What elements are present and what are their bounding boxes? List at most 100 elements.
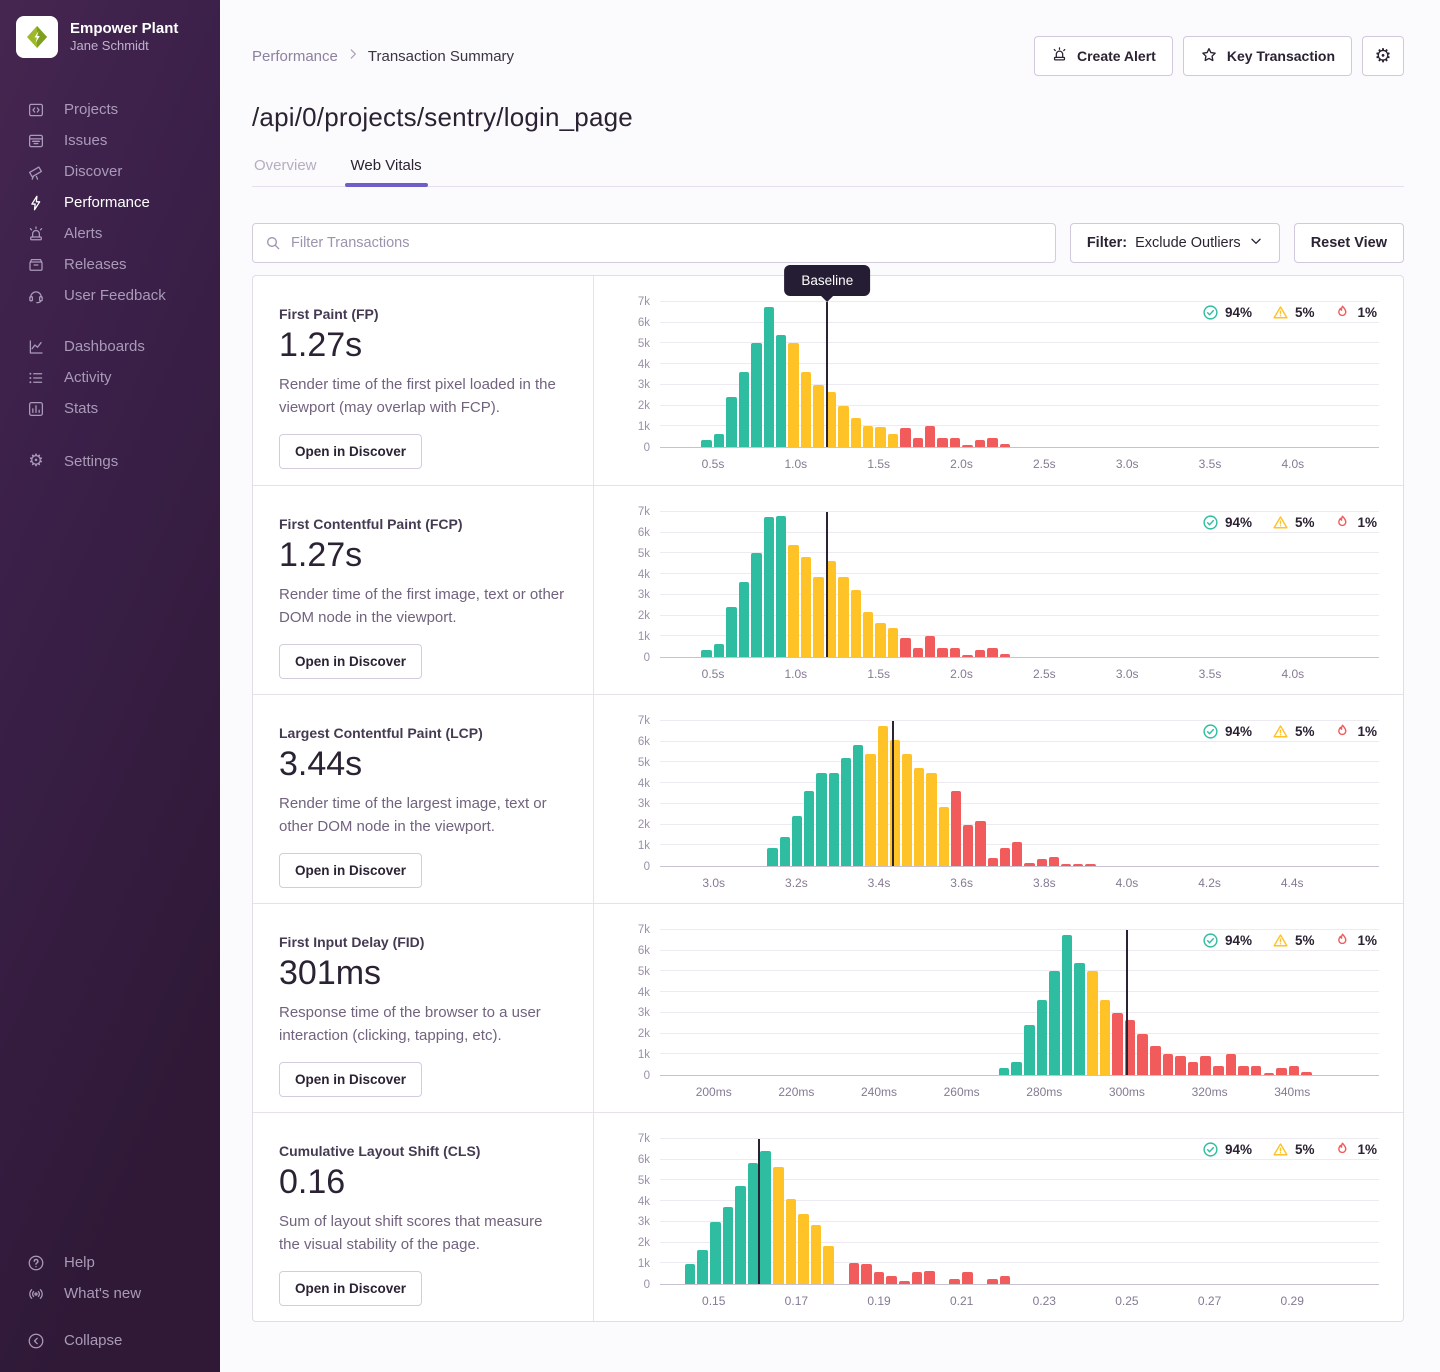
good-percent-badge: 94%	[1202, 304, 1252, 321]
sidebar-item-user-feedback[interactable]: User Feedback	[0, 280, 220, 311]
vital-status-badges: 94% 5% 1%	[1202, 304, 1377, 321]
histogram-bar	[975, 650, 985, 657]
sidebar-nav: ProjectsIssuesDiscoverPerformanceAlertsR…	[0, 94, 220, 477]
sidebar-item-help[interactable]: Help	[0, 1247, 220, 1278]
histogram-bar	[798, 1214, 809, 1284]
histogram-bar	[1163, 1054, 1174, 1075]
activity-icon	[26, 368, 46, 388]
histogram-bar	[888, 434, 898, 447]
histogram-bar	[760, 1151, 771, 1284]
histogram-bar	[1112, 1013, 1123, 1075]
poor-percent-badge: 1%	[1334, 723, 1377, 740]
sidebar-item-activity[interactable]: Activity	[0, 362, 220, 393]
histogram-bar	[937, 438, 947, 447]
histogram-bar	[863, 612, 873, 657]
vital-histogram: 01k2k3k4k5k6k7k 94% 5% 1%	[594, 695, 1403, 903]
header-actions: Create Alert Key Transaction ⚙	[1034, 36, 1404, 76]
org-switcher[interactable]: Empower Plant Jane Schmidt	[0, 0, 220, 64]
histogram-bar	[886, 1276, 897, 1284]
vital-description: Render time of the first image, text or …	[279, 583, 567, 630]
histogram-bar	[962, 655, 972, 657]
histogram-bar	[1000, 1276, 1011, 1284]
histogram-bar	[987, 438, 997, 447]
histogram-bar	[1213, 1066, 1224, 1075]
open-in-discover-button[interactable]: Open in Discover	[279, 1062, 422, 1097]
page-title: /api/0/projects/sentry/login_page	[252, 102, 1404, 133]
check-circle-icon	[1202, 304, 1219, 321]
histogram-bar	[999, 1068, 1010, 1075]
poor-percent-badge: 1%	[1334, 304, 1377, 321]
histogram-bar	[776, 335, 786, 447]
sidebar-item-alerts[interactable]: Alerts	[0, 218, 220, 249]
check-circle-icon	[1202, 932, 1219, 949]
histogram-bar	[1011, 1062, 1022, 1075]
histogram-bar	[951, 791, 961, 866]
histogram-bar	[823, 1246, 834, 1284]
tab-web-vitals[interactable]: Web Vitals	[349, 157, 424, 186]
issues-icon	[26, 131, 46, 151]
open-in-discover-button[interactable]: Open in Discover	[279, 1271, 422, 1306]
histogram-bar	[926, 773, 936, 866]
vital-description: Sum of layout shift scores that measure …	[279, 1210, 567, 1257]
reset-view-button[interactable]: Reset View	[1294, 223, 1404, 263]
histogram-bar	[1238, 1066, 1249, 1075]
histogram-bar	[902, 754, 912, 866]
histogram-bar	[1289, 1066, 1300, 1075]
sidebar-item-dashboards[interactable]: Dashboards	[0, 331, 220, 362]
histogram-bar	[739, 372, 749, 447]
open-in-discover-button[interactable]: Open in Discover	[279, 853, 422, 888]
histogram-bar	[1073, 864, 1083, 866]
histogram-bar	[963, 825, 973, 866]
sidebar-item-performance[interactable]: Performance	[0, 187, 220, 218]
histogram-bar	[780, 837, 790, 866]
web-vitals-panel: First Paint (FP) 1.27s Render time of th…	[252, 275, 1404, 1322]
vital-summary-card: First Contentful Paint (FCP) 1.27s Rende…	[253, 486, 594, 694]
histogram-bar	[875, 427, 885, 447]
sidebar-item-projects[interactable]: Projects	[0, 94, 220, 125]
breadcrumb-performance-link[interactable]: Performance	[252, 48, 338, 65]
histogram-bar	[786, 1199, 797, 1284]
histogram-bar	[1024, 863, 1034, 866]
poor-percent-badge: 1%	[1334, 932, 1377, 949]
open-in-discover-button[interactable]: Open in Discover	[279, 644, 422, 679]
sidebar-item-releases[interactable]: Releases	[0, 249, 220, 280]
create-alert-button[interactable]: Create Alert	[1034, 36, 1173, 76]
histogram-bar	[751, 553, 761, 657]
vital-status-badges: 94% 5% 1%	[1202, 723, 1377, 740]
fire-icon	[1334, 514, 1351, 531]
settings-gear-button[interactable]: ⚙	[1362, 36, 1404, 76]
histogram-bar	[811, 1225, 822, 1284]
vital-row: First Contentful Paint (FCP) 1.27s Rende…	[253, 485, 1403, 694]
vital-value: 301ms	[279, 954, 567, 993]
sidebar-item-what-s-new[interactable]: What's new	[0, 1278, 220, 1309]
sidebar-item-settings[interactable]: ⚙Settings	[0, 446, 220, 477]
filter-dropdown[interactable]: Filter: Exclude Outliers	[1070, 223, 1280, 263]
vital-description: Render time of the largest image, text o…	[279, 792, 567, 839]
sidebar-item-stats[interactable]: Stats	[0, 393, 220, 424]
histogram-bar	[950, 648, 960, 657]
histogram-bar	[900, 638, 910, 657]
open-in-discover-button[interactable]: Open in Discover	[279, 434, 422, 469]
sidebar-item-collapse[interactable]: Collapse	[0, 1325, 220, 1356]
help-icon	[26, 1253, 46, 1273]
sidebar-item-discover[interactable]: Discover	[0, 156, 220, 187]
histogram-bar	[987, 648, 997, 657]
vital-status-badges: 94% 5% 1%	[1202, 1141, 1377, 1158]
key-transaction-button[interactable]: Key Transaction	[1183, 36, 1352, 76]
histogram-bar	[685, 1264, 696, 1284]
histogram-bar	[875, 623, 885, 657]
histogram-bar	[813, 385, 823, 447]
histogram-bar	[788, 343, 798, 447]
y-axis: 01k2k3k4k5k6k7k	[620, 930, 660, 1076]
vital-description: Render time of the first pixel loaded in…	[279, 373, 567, 420]
vital-row: First Paint (FP) 1.27s Render time of th…	[253, 276, 1403, 485]
sidebar-item-issues[interactable]: Issues	[0, 125, 220, 156]
baseline-marker	[892, 721, 894, 866]
histogram-bar	[913, 438, 923, 447]
tab-overview[interactable]: Overview	[252, 157, 319, 186]
search-input[interactable]	[252, 223, 1056, 263]
tabs: Overview Web Vitals	[252, 157, 1404, 187]
histogram-bar	[776, 516, 786, 657]
vital-name: First Input Delay (FID)	[279, 934, 567, 950]
histogram-bar	[987, 1279, 998, 1284]
